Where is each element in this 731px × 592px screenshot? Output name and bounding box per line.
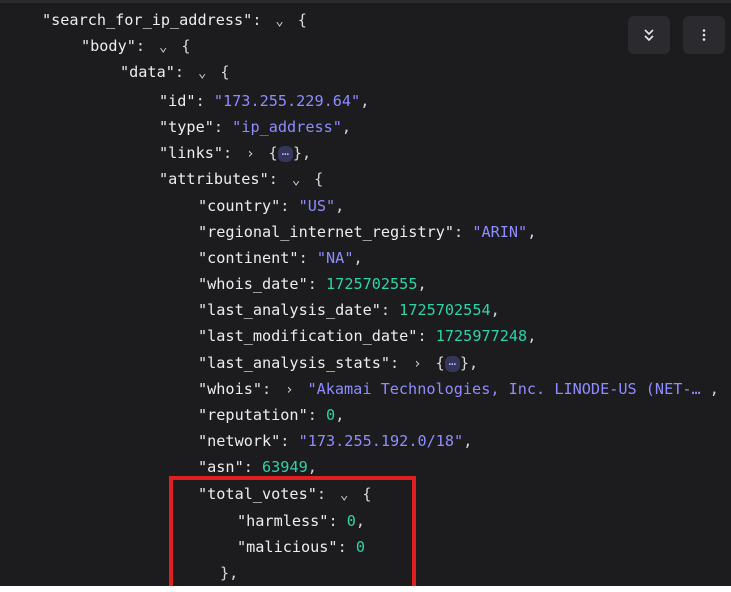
json-string-value: "173.255.192.0/18" xyxy=(298,432,464,450)
json-key: "network" xyxy=(198,432,281,450)
json-key: "whois" xyxy=(198,380,263,398)
json-key: "asn" xyxy=(198,458,244,476)
json-line-rir: "regional_internet_registry": "ARIN", xyxy=(198,223,537,241)
json-key: "data" xyxy=(120,63,175,81)
json-string-value: "NA" xyxy=(316,249,354,267)
json-key: "continent" xyxy=(198,249,299,267)
json-string-value: "ip_address" xyxy=(232,118,342,136)
chevron-down-icon[interactable]: ⌄ xyxy=(193,60,211,86)
json-string-value: "US" xyxy=(298,197,336,215)
json-viewer: "search_for_ip_address": ⌄ { "body": ⌄ {… xyxy=(0,0,731,586)
chevron-down-icon[interactable]: ⌄ xyxy=(154,34,172,60)
collapse-all-button[interactable] xyxy=(628,16,670,54)
json-number-value: 63949 xyxy=(262,458,308,476)
json-key: "attributes" xyxy=(159,170,269,188)
chevron-down-icon[interactable]: ⌄ xyxy=(271,8,289,34)
double-chevron-down-icon xyxy=(644,29,654,42)
chevron-right-icon[interactable]: › xyxy=(241,141,259,167)
json-line-network: "network": "173.255.192.0/18", xyxy=(198,432,473,450)
json-line-reputation: "reputation": 0, xyxy=(198,406,345,424)
json-key: "body" xyxy=(81,37,136,55)
chevron-right-icon[interactable]: › xyxy=(280,377,298,403)
json-key: "last_modification_date" xyxy=(198,327,418,345)
json-key: "whois_date" xyxy=(198,275,308,293)
json-line-last-analysis-stats: "last_analysis_stats": › {⋯}, xyxy=(198,350,478,376)
json-key: "last_analysis_stats" xyxy=(198,354,391,372)
json-number-value: 1725702554 xyxy=(399,301,491,319)
json-line-last-analysis-date: "last_analysis_date": 1725702554, xyxy=(198,301,500,319)
json-number-value: 0 xyxy=(326,406,336,424)
json-line-body: "body": ⌄ { xyxy=(81,33,190,59)
json-line-continent: "continent": "NA", xyxy=(198,249,363,267)
json-key: "country" xyxy=(198,197,281,215)
json-line-attributes: "attributes": ⌄ { xyxy=(159,166,323,192)
json-line-country: "country": "US", xyxy=(198,197,345,215)
highlight-annotation-box xyxy=(169,476,416,586)
chevron-down-icon[interactable]: ⌄ xyxy=(287,167,305,193)
json-line-type: "type": "ip_address", xyxy=(159,118,352,136)
json-key: "type" xyxy=(159,118,214,136)
json-key: "regional_internet_registry" xyxy=(198,223,455,241)
json-string-value: "173.255.229.64" xyxy=(213,92,361,110)
json-key: "last_analysis_date" xyxy=(198,301,381,319)
json-line-whois: "whois": › "Akamai Technologies, Inc. LI… xyxy=(198,376,719,402)
json-key: "reputation" xyxy=(198,406,308,424)
json-string-value: "ARIN" xyxy=(472,223,528,241)
json-line-data: "data": ⌄ { xyxy=(120,59,229,85)
json-line-last-modification-date: "last_modification_date": 1725977248, xyxy=(198,327,537,345)
json-line-links: "links": › {⋯}, xyxy=(159,140,311,166)
more-options-button[interactable] xyxy=(683,16,725,54)
json-key: "search_for_ip_address" xyxy=(42,11,253,29)
chevron-right-icon[interactable]: › xyxy=(408,351,426,377)
collapsed-object-pill[interactable]: ⋯ xyxy=(277,145,293,162)
json-key: "links" xyxy=(159,144,224,162)
collapsed-object-pill[interactable]: ⋯ xyxy=(444,355,460,372)
json-string-value[interactable]: "Akamai Technologies, Inc. LINODE-US (NE… xyxy=(307,380,700,398)
vertical-ellipsis-icon xyxy=(702,29,706,41)
json-key: "id" xyxy=(159,92,196,110)
json-number-value: 1725702555 xyxy=(326,275,418,293)
json-line-root: "search_for_ip_address": ⌄ { xyxy=(42,7,307,33)
json-line-whois-date: "whois_date": 1725702555, xyxy=(198,275,427,293)
json-line-id: "id": "173.255.229.64", xyxy=(159,92,370,110)
json-number-value: 1725977248 xyxy=(435,327,528,345)
